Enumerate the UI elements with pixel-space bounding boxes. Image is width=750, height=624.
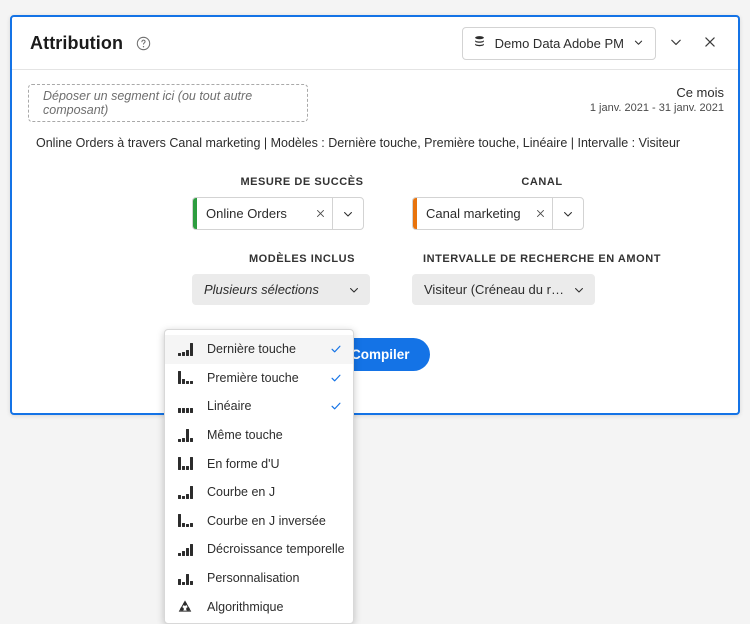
chevron-down-icon — [633, 36, 644, 51]
success-metric-combo[interactable]: Online Orders — [192, 197, 364, 230]
report-suite-picker[interactable]: Demo Data Adobe PM — [461, 26, 656, 60]
lookback-window-value: Visiteur (Créneau du rapp... — [424, 282, 565, 297]
models-included-label: MODÈLES INCLUS — [248, 253, 356, 265]
menu-item-label: Algorithmique — [207, 599, 284, 614]
segment-dropzone[interactable]: Déposer un segment ici (ou tout autre co… — [28, 84, 308, 122]
menu-item[interactable]: Linéaire — [165, 392, 353, 421]
header-actions: Demo Data Adobe PM — [461, 26, 724, 60]
models-included-value: Plusieurs sélections — [204, 282, 319, 297]
form-row-1: MESURE DE SUCCÈS Online Orders CANAL Can… — [12, 176, 738, 230]
date-range-selector[interactable]: Ce mois 1 janv. 2021 - 31 janv. 2021 — [590, 84, 724, 114]
inverse-j-curve-icon — [178, 514, 198, 528]
channel-field: CANAL Canal marketing — [412, 176, 672, 230]
check-icon — [329, 372, 343, 384]
close-panel-button[interactable] — [696, 29, 724, 57]
last-touch-icon — [178, 342, 198, 356]
menu-item[interactable]: Première touche — [165, 364, 353, 393]
form-row-2: MODÈLES INCLUS Plusieurs sélections INTE… — [12, 230, 738, 305]
success-metric-label: MESURE DE SUCCÈS — [240, 176, 364, 188]
close-icon — [703, 35, 717, 52]
attribution-form: MESURE DE SUCCÈS Online Orders CANAL Can… — [12, 150, 738, 305]
u-shaped-icon — [178, 457, 198, 471]
chevron-down-icon — [669, 35, 683, 52]
menu-item[interactable]: Algorithmique — [165, 592, 353, 621]
check-icon — [329, 400, 343, 412]
page-title: Attribution — [30, 32, 124, 53]
models-included-chevron-down-icon — [348, 284, 360, 296]
menu-item-label: Courbe en J — [207, 485, 276, 500]
lookback-window-select[interactable]: Visiteur (Créneau du rapp... — [412, 274, 595, 305]
panel-header: Attribution Demo Data Adobe PM — [12, 17, 738, 70]
data-stack-icon — [473, 35, 486, 51]
menu-item[interactable]: Même touche — [165, 421, 353, 450]
first-touch-icon — [178, 371, 198, 385]
menu-item-label: Personnalisation — [207, 571, 300, 586]
channel-combo[interactable]: Canal marketing — [412, 197, 584, 230]
menu-item-label: Linéaire — [207, 399, 252, 414]
attribution-description: Online Orders à travers Canal marketing … — [36, 136, 681, 150]
check-icon — [329, 343, 343, 355]
success-metric-chevron-down-icon[interactable] — [332, 198, 363, 229]
menu-item[interactable]: Courbe en J inversée — [165, 507, 353, 536]
report-suite-label: Demo Data Adobe PM — [494, 35, 624, 51]
menu-item[interactable]: Personnalisation — [165, 564, 353, 593]
menu-item-label: Dernière touche — [207, 342, 296, 357]
menu-item[interactable]: Courbe en J — [165, 478, 353, 507]
algorithmic-icon — [178, 600, 198, 613]
lookback-window-field: INTERVALLE DE RECHERCHE EN AMONT Visiteu… — [412, 253, 672, 305]
segment-dropzone-placeholder: Déposer un segment ici (ou tout autre co… — [43, 89, 253, 117]
custom-icon — [178, 572, 198, 585]
menu-item[interactable]: Décroissance temporelle — [165, 535, 353, 564]
help-circle-icon[interactable] — [136, 36, 151, 51]
channel-value: Canal marketing — [426, 206, 521, 221]
j-curve-icon — [178, 485, 198, 499]
segment-and-date-row: Déposer un segment ici (ou tout autre co… — [12, 70, 738, 122]
menu-item-label: Même touche — [207, 428, 283, 443]
clear-channel-button[interactable] — [528, 198, 552, 229]
success-metric-value: Online Orders — [206, 206, 287, 221]
time-decay-icon — [178, 543, 198, 556]
menu-item[interactable]: En forme d'U — [165, 449, 353, 478]
menu-item-label: Première touche — [207, 370, 299, 385]
models-included-dropdown-menu: Dernière touche Première touche Linéaire Mê… — [164, 329, 354, 624]
same-touch-icon — [178, 428, 198, 442]
models-included-select[interactable]: Plusieurs sélections — [192, 274, 370, 305]
date-range-subtitle: 1 janv. 2021 - 31 janv. 2021 — [589, 102, 724, 114]
channel-chevron-down-icon[interactable] — [552, 198, 583, 229]
date-range-title: Ce mois — [676, 85, 724, 100]
collapse-panel-button[interactable] — [662, 29, 690, 57]
menu-item[interactable]: Dernière touche — [165, 335, 353, 364]
success-metric-field: MESURE DE SUCCÈS Online Orders — [192, 176, 412, 230]
linear-icon — [178, 400, 198, 413]
models-included-field: MODÈLES INCLUS Plusieurs sélections — [192, 253, 412, 305]
lookback-window-label: INTERVALLE DE RECHERCHE EN AMONT — [422, 253, 662, 265]
lookback-window-chevron-down-icon — [573, 284, 585, 296]
menu-item-label: En forme d'U — [207, 456, 280, 471]
channel-label: CANAL — [521, 176, 563, 188]
clear-success-metric-button[interactable] — [308, 198, 332, 229]
menu-item-label: Courbe en J inversée — [207, 513, 326, 528]
menu-item-label: Décroissance temporelle — [207, 542, 345, 557]
